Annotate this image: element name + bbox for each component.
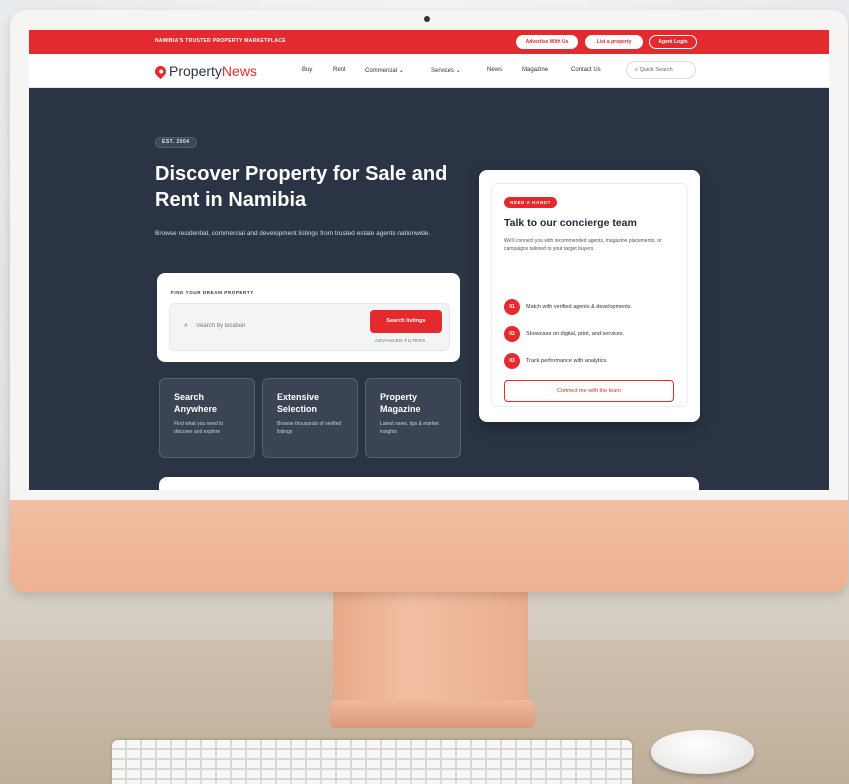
main-nav: Property News Buy Rent Commercial ⌄ Servi… bbox=[29, 54, 829, 88]
feature-card-extensive-selection[interactable]: Extensive Selection Browse thousands of … bbox=[262, 378, 358, 458]
nav-item-services[interactable]: Services ⌄ bbox=[431, 67, 461, 74]
feature-text: Latest news, tips & market insights bbox=[380, 421, 439, 435]
step-text: Track performance with analytics. bbox=[526, 358, 608, 364]
search-icon: ⌕ bbox=[635, 67, 639, 73]
search-icon: ⌕ bbox=[184, 322, 188, 329]
agent-login-button[interactable]: Agent Login bbox=[649, 35, 697, 49]
top-bar: NAMIBIA'S TRUSTED PROPERTY MARKETPLACE A… bbox=[29, 30, 829, 54]
camera-icon bbox=[424, 16, 430, 22]
search-card-label: FIND YOUR DREAM PROPERTY bbox=[171, 290, 254, 295]
feature-card-property-magazine[interactable]: Property Magazine Latest news, tips & ma… bbox=[365, 378, 461, 458]
nav-item-services-label: Services bbox=[431, 68, 455, 74]
nav-item-news[interactable]: News bbox=[487, 67, 502, 73]
next-section-card bbox=[159, 477, 699, 490]
top-bar-tagline: NAMIBIA'S TRUSTED PROPERTY MARKETPLACE bbox=[155, 38, 286, 44]
concierge-step: 02 Showcase on digital, print, and servi… bbox=[504, 326, 624, 342]
quick-search-button[interactable]: ⌕ Quick Search bbox=[626, 61, 696, 79]
feature-card-search-anywhere[interactable]: Search Anywhere Find what you need to di… bbox=[159, 378, 255, 458]
step-number: 03 bbox=[504, 353, 520, 369]
step-text: Match with verified agents & development… bbox=[526, 304, 633, 310]
step-number: 01 bbox=[504, 299, 520, 315]
chevron-down-icon: ⌄ bbox=[455, 68, 461, 74]
nav-item-buy[interactable]: Buy bbox=[302, 67, 312, 73]
logo-text-news: News bbox=[221, 63, 257, 79]
nav-item-contact[interactable]: Contact Us bbox=[571, 67, 601, 73]
nav-item-magazine[interactable]: Magazine bbox=[522, 67, 548, 73]
feature-title: Extensive Selection bbox=[277, 392, 320, 414]
monitor-stand-base bbox=[330, 700, 535, 728]
concierge-step: 03 Track performance with analytics. bbox=[504, 353, 608, 369]
list-property-button[interactable]: List a property bbox=[585, 35, 643, 49]
nav-item-commercial[interactable]: Commercial ⌄ bbox=[365, 67, 404, 74]
quick-search-label: Quick Search bbox=[639, 67, 673, 73]
search-box: ⌕ Search listings ADVANCED FILTERS bbox=[169, 303, 450, 351]
feature-title: Search Anywhere bbox=[174, 392, 218, 414]
hero-subtitle: Browse residential, commercial and devel… bbox=[155, 230, 431, 237]
concierge-step: 01 Match with verified agents & developm… bbox=[504, 299, 632, 315]
search-card: FIND YOUR DREAM PROPERTY ⌕ Search listin… bbox=[157, 273, 460, 362]
chevron-down-icon: ⌄ bbox=[398, 68, 404, 74]
concierge-title: Talk to our concierge team bbox=[504, 217, 637, 229]
step-text: Showcase on digital, print, and services… bbox=[526, 331, 625, 337]
location-pin-icon bbox=[152, 63, 169, 79]
concierge-card: NEED A HAND? Talk to our concierge team … bbox=[479, 170, 700, 422]
mouse bbox=[651, 730, 754, 774]
hero-title: Discover Property for Sale and Rent in N… bbox=[155, 163, 448, 211]
location-search-input[interactable] bbox=[196, 318, 346, 334]
advertise-button[interactable]: Advertise With Us bbox=[516, 35, 578, 49]
step-number: 02 bbox=[504, 326, 520, 342]
feature-text: Browse thousands of verified listings bbox=[277, 421, 342, 435]
connect-team-button[interactable]: Connect me with the team bbox=[504, 380, 674, 402]
nav-item-commercial-label: Commercial bbox=[365, 68, 398, 74]
advanced-filters-link[interactable]: ADVANCED FILTERS bbox=[375, 338, 426, 343]
site-logo[interactable]: Property News bbox=[152, 63, 257, 79]
nav-item-rent[interactable]: Rent bbox=[333, 67, 346, 73]
feature-title: Property Magazine bbox=[380, 392, 421, 414]
keyboard bbox=[112, 740, 632, 784]
established-badge: EST. 2004 bbox=[155, 137, 197, 148]
monitor-chin bbox=[10, 500, 848, 592]
logo-text-property: Property bbox=[169, 63, 222, 79]
need-a-hand-badge: NEED A HAND? bbox=[504, 197, 557, 208]
concierge-description: We'll connect you with recommended agent… bbox=[504, 238, 662, 252]
search-listings-button[interactable]: Search listings bbox=[370, 310, 442, 333]
concierge-card-inner: NEED A HAND? Talk to our concierge team … bbox=[491, 183, 688, 407]
feature-text: Find what you need to discover and explo… bbox=[174, 421, 224, 435]
browser-screen: NAMIBIA'S TRUSTED PROPERTY MARKETPLACE A… bbox=[29, 30, 829, 490]
